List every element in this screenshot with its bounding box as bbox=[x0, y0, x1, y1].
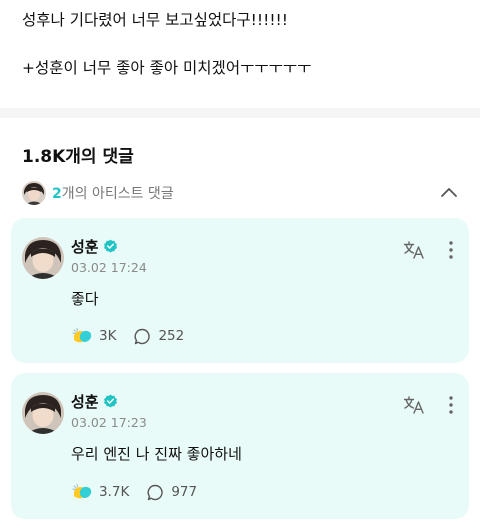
like-button[interactable]: 3.7K bbox=[71, 483, 129, 501]
verified-badge-icon bbox=[103, 394, 117, 408]
post-text-line-2: +성훈이 너무 좋아 좋아 미치겠어ㅜㅜㅜㅜㅜ bbox=[22, 59, 312, 77]
cheer-hands-icon bbox=[72, 484, 92, 499]
post-body: 성후나 기다렸어 너무 보고싶었다구!!!!!! +성훈이 너무 좋아 좋아 미… bbox=[22, 8, 462, 80]
avatar[interactable] bbox=[22, 392, 64, 434]
comment-date: 03.02 17:23 bbox=[71, 415, 147, 430]
author-name[interactable]: 성훈 bbox=[71, 236, 99, 257]
like-count: 3K bbox=[99, 328, 117, 344]
speech-bubble-icon bbox=[147, 484, 164, 500]
author-name[interactable]: 성훈 bbox=[71, 391, 99, 412]
comment-stats: 3K 252 bbox=[71, 327, 184, 345]
author-row: 성훈 bbox=[71, 236, 118, 257]
comment-stats: 3.7K 977 bbox=[71, 483, 197, 501]
cheer-hands-icon bbox=[72, 328, 92, 343]
artist-mini-avatar bbox=[22, 181, 46, 205]
reply-count: 977 bbox=[171, 484, 198, 500]
artist-comment-card: 성훈 03.02 17:23 우리 엔진 나 진짜 좋아하네 3.7K 977 bbox=[11, 373, 469, 519]
artist-comment-label-text: 개의 아티스트 댓글 bbox=[61, 186, 174, 202]
section-divider bbox=[0, 108, 480, 118]
more-vertical-icon[interactable] bbox=[447, 240, 455, 260]
chevron-up-icon[interactable] bbox=[438, 182, 460, 204]
reply-button[interactable]: 977 bbox=[147, 484, 197, 501]
reply-button[interactable]: 252 bbox=[134, 328, 184, 345]
speech-bubble-icon bbox=[134, 328, 151, 344]
comment-text: 좋다 bbox=[71, 290, 99, 308]
comment-text: 우리 엔진 나 진짜 좋아하네 bbox=[71, 445, 242, 463]
comment-date: 03.02 17:24 bbox=[71, 260, 147, 275]
post-text-line-1: 성후나 기다렸어 너무 보고싶었다구!!!!!! bbox=[22, 11, 288, 29]
like-count: 3.7K bbox=[99, 484, 130, 500]
more-vertical-icon[interactable] bbox=[447, 395, 455, 415]
artist-comments-header[interactable]: 2개의 아티스트 댓글 bbox=[22, 178, 462, 208]
verified-badge-icon bbox=[103, 239, 117, 253]
author-row: 성훈 bbox=[71, 391, 118, 412]
artist-comment-count: 2 bbox=[52, 186, 62, 202]
like-button[interactable]: 3K bbox=[71, 327, 116, 345]
translate-icon[interactable] bbox=[403, 240, 425, 260]
reply-count: 252 bbox=[158, 328, 185, 344]
comment-count-heading: 1.8K개의 댓글 bbox=[22, 147, 134, 167]
artist-comments-label: 2개의 아티스트 댓글 bbox=[52, 183, 174, 203]
translate-icon[interactable] bbox=[403, 395, 425, 415]
artist-comment-card: 성훈 03.02 17:24 좋다 3K 252 bbox=[11, 218, 469, 363]
avatar[interactable] bbox=[22, 237, 64, 279]
